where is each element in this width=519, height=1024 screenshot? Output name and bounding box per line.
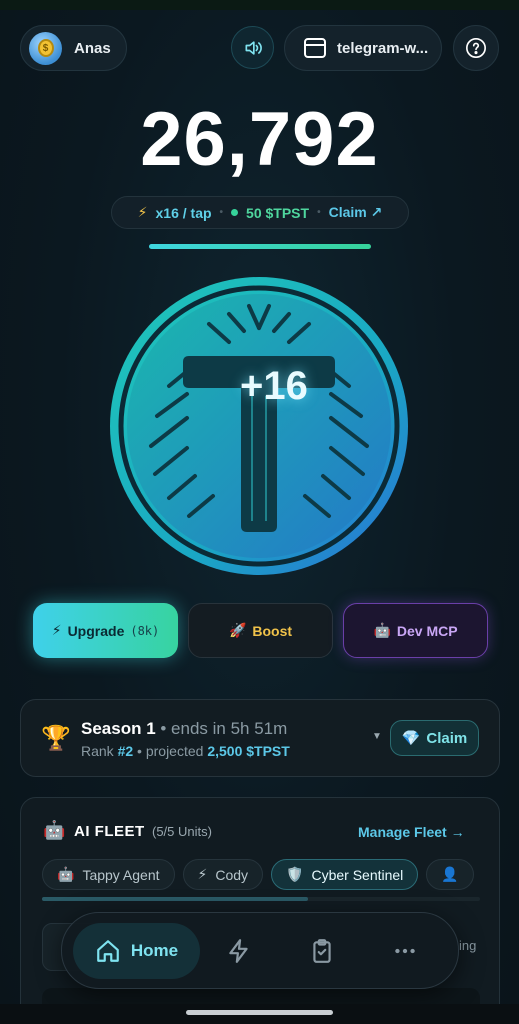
sound-toggle-button[interactable] [231, 26, 274, 69]
fleet-tab-next[interactable]: 👤 [426, 859, 474, 890]
projected-prefix: • projected [133, 743, 208, 759]
diamond-icon: 💎 [401, 730, 421, 747]
fleet-tab-tappy-agent[interactable]: 🤖 Tappy Agent [42, 859, 175, 890]
season-card[interactable]: 🏆 Season 1 • ends in 5h 51m Rank #2 • pr… [20, 699, 500, 777]
manage-fleet-link[interactable]: Manage Fleet → [358, 824, 465, 840]
energy-progress-fill [149, 244, 371, 249]
claim-link[interactable]: Claim ↗ [329, 204, 383, 221]
nav-boost-tab[interactable] [223, 935, 255, 967]
lightning-icon: ⚡ [51, 622, 62, 638]
token-reward: 50 $TPST [246, 204, 310, 221]
more-dots-icon [395, 948, 415, 954]
energy-progress-bar [149, 244, 371, 249]
rank-value: #2 [117, 743, 134, 759]
lightning-icon: ⚡ [197, 866, 208, 882]
separator: • [219, 207, 224, 218]
season-claim-button[interactable]: 💎 Claim [390, 720, 479, 756]
separator: • [317, 207, 321, 218]
profile-button[interactable]: $ Anas [20, 25, 127, 71]
nav-tasks-tab[interactable] [306, 935, 338, 967]
dev-mcp-button[interactable]: 🤖 Dev MCP [343, 603, 488, 658]
fleet-tabs-scroll-thumb[interactable] [42, 897, 308, 901]
trophy-icon: 🏆 [41, 725, 71, 752]
season-heading: Season 1 • ends in 5h 51m [81, 719, 287, 739]
projected-value: 2,500 $TPST [207, 743, 290, 759]
fleet-unit-partial-text: ing [459, 938, 477, 953]
season-rank-line: Rank #2 • projected 2,500 $TPST [81, 743, 290, 759]
shield-icon: 🛡️ [286, 866, 304, 882]
fleet-tab-label: Tappy Agent [82, 866, 160, 883]
tap-rate: x16 / tap [155, 204, 212, 221]
clipboard-check-icon [313, 939, 331, 963]
help-icon [466, 38, 486, 58]
fleet-units: (5/5 Units) [152, 824, 212, 839]
ai-fleet-card: 🤖 AI FLEET (5/5 Units) Manage Fleet → 🤖 … [20, 797, 500, 1024]
profile-name: Anas [74, 39, 111, 57]
telegram-label: telegram-w... [337, 39, 429, 57]
stats-pill: ⚡ x16 / tap • 50 $TPST • Claim ↗ [111, 196, 409, 229]
season-countdown: • ends in 5h 51m [155, 719, 288, 738]
fleet-tab-cody[interactable]: ⚡ Cody [182, 859, 264, 890]
fleet-tab-cyber-sentinel[interactable]: 🛡️ Cyber Sentinel [271, 859, 419, 890]
boost-label: Boost [252, 622, 293, 639]
robot-icon: 🤖 [57, 866, 75, 882]
home-icon [97, 940, 119, 962]
avatar: $ [29, 31, 62, 65]
home-indicator[interactable] [186, 1010, 333, 1015]
token-balance: 26,792 [140, 97, 379, 182]
help-button[interactable] [453, 25, 499, 71]
user-icon: 👤 [441, 866, 459, 882]
fleet-title: AI FLEET [74, 823, 145, 840]
nav-more-tab[interactable] [389, 935, 421, 967]
speaker-icon [245, 40, 262, 55]
boost-button[interactable]: 🚀 Boost [188, 603, 333, 658]
rank-prefix: Rank [81, 743, 118, 759]
caret-down-icon[interactable]: ▼ [372, 731, 382, 742]
fleet-tabs-scrollbar[interactable] [42, 897, 480, 901]
browser-window-icon [304, 38, 326, 58]
fleet-tabs: 🤖 Tappy Agent ⚡ Cody 🛡️ Cyber Sentinel 👤 [42, 859, 482, 892]
robot-icon: 🤖 [43, 820, 66, 840]
status-dot-icon [231, 209, 239, 216]
upgrade-button[interactable]: ⚡ Upgrade (8k) [33, 603, 178, 658]
coin-avatar-icon: $ [37, 39, 54, 57]
upgrade-label: Upgrade [67, 622, 125, 639]
telegram-wallet-button[interactable]: telegram-w... [284, 25, 442, 71]
fleet-tab-label: Cody [215, 866, 249, 883]
season-title: Season 1 [81, 719, 156, 738]
tap-coin-button[interactable] [109, 276, 409, 576]
dev-mcp-label: Dev MCP [396, 622, 458, 639]
fleet-tab-label: Cyber Sentinel [311, 866, 404, 883]
bottom-navigation: Home [61, 912, 459, 989]
robot-icon: 🤖 [373, 622, 391, 638]
tap-bonus-indicator: +16 [240, 364, 308, 408]
season-claim-label: Claim [426, 729, 468, 747]
rocket-icon: 🚀 [228, 622, 247, 638]
lightning-icon: ⚡ [137, 204, 148, 220]
status-strip [0, 0, 519, 10]
lightning-icon [229, 939, 248, 963]
upgrade-cost: (8k) [130, 623, 160, 638]
nav-home-tab[interactable]: Home [73, 923, 200, 979]
nav-home-label: Home [130, 941, 179, 960]
